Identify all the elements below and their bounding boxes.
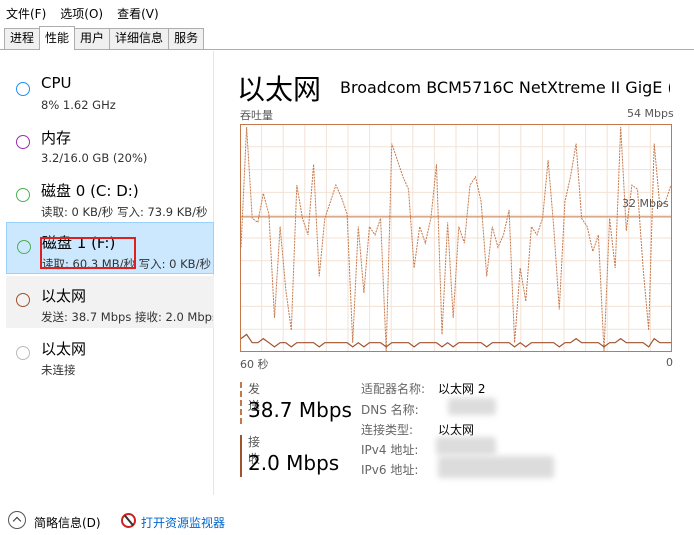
prop-value: 以太网 2 bbox=[438, 382, 486, 396]
time-axis-left: 60 秒 bbox=[240, 358, 269, 371]
sidebar-item-name: 磁盘 0 (C: D:) bbox=[41, 182, 139, 200]
open-resource-monitor-link[interactable]: 打开资源监视器 bbox=[141, 514, 225, 531]
sidebar-item-detail: 8% 1.62 GHz bbox=[41, 98, 116, 112]
send-value: 38.7 Mbps bbox=[248, 398, 352, 422]
sidebar-item-name: 以太网 bbox=[41, 340, 87, 358]
tab-processes[interactable]: 进程 bbox=[4, 28, 41, 49]
prop-key: DNS 名称: bbox=[361, 403, 419, 417]
sidebar-item-ethernet-2[interactable]: 以太网 未连接 bbox=[6, 329, 214, 381]
tab-services[interactable]: 服务 bbox=[168, 28, 205, 49]
sidebar-item-detail: 3.2/16.0 GB (20%) bbox=[41, 151, 148, 165]
ethernet-status-icon bbox=[16, 293, 30, 307]
resource-monitor-icon[interactable] bbox=[121, 513, 136, 528]
prop-key: 连接类型: bbox=[361, 423, 414, 437]
max-scale-label: 54 Mbps bbox=[627, 107, 674, 120]
menu-view[interactable]: 查看(V) bbox=[117, 5, 159, 22]
prop-key: 适配器名称: bbox=[361, 382, 426, 396]
menu-bar: 文件(F) 选项(O) 查看(V) bbox=[0, 0, 694, 26]
sidebar-item-name: CPU bbox=[41, 74, 72, 92]
disk1-status-icon bbox=[17, 240, 31, 254]
time-axis-right: 0 bbox=[666, 356, 673, 369]
cpu-status-icon bbox=[16, 82, 30, 96]
tab-details[interactable]: 详细信息 bbox=[109, 28, 170, 49]
sidebar-item-disk0[interactable]: 磁盘 0 (C: D:) 读取: 0 KB/秒 写入: 73.9 KB/秒 bbox=[6, 171, 214, 223]
prop-value: 以太网 bbox=[438, 423, 475, 437]
prop-key: IPv6 地址: bbox=[361, 463, 419, 477]
sidebar-item-detail: 发送: 38.7 Mbps 接收: 2.0 Mbps bbox=[41, 310, 213, 324]
adapter-name: Broadcom BCM5716C NetXtreme II GigE (... bbox=[340, 78, 670, 97]
highlight-box bbox=[40, 237, 136, 269]
disk0-status-icon bbox=[16, 188, 30, 202]
sidebar-item-memory[interactable]: 内存 3.2/16.0 GB (20%) bbox=[6, 118, 214, 170]
throughput-chart bbox=[240, 124, 672, 352]
memory-status-icon bbox=[16, 135, 30, 149]
prop-key: IPv4 地址: bbox=[361, 443, 419, 457]
tab-users[interactable]: 用户 bbox=[74, 28, 111, 49]
sidebar-item-cpu[interactable]: CPU 8% 1.62 GHz bbox=[6, 65, 214, 117]
ethernet2-status-icon bbox=[16, 346, 30, 360]
sidebar-item-name: 以太网 bbox=[41, 287, 87, 305]
tab-bar: 进程 性能 用户 详细信息 服务 bbox=[0, 26, 694, 50]
mid-scale-label: 32 Mbps bbox=[622, 197, 669, 210]
sidebar-item-detail: 读取: 0 KB/秒 写入: 73.9 KB/秒 bbox=[41, 205, 208, 219]
redacted-dns bbox=[448, 398, 496, 415]
throughput-label: 吞吐量 bbox=[240, 109, 273, 122]
sidebar-item-name: 内存 bbox=[41, 129, 72, 147]
fewer-details-link[interactable]: 简略信息(D) bbox=[34, 514, 101, 531]
redacted-ipv4 bbox=[436, 437, 496, 455]
chevron-up-icon[interactable] bbox=[8, 511, 26, 529]
page-title: 以太网 bbox=[237, 73, 322, 106]
receive-value: 2.0 Mbps bbox=[248, 451, 340, 475]
menu-file[interactable]: 文件(F) bbox=[6, 5, 46, 22]
sidebar-item-ethernet[interactable]: 以太网 发送: 38.7 Mbps 接收: 2.0 Mbps bbox=[6, 276, 214, 328]
sidebar-item-detail: 未连接 bbox=[41, 363, 76, 377]
tab-performance[interactable]: 性能 bbox=[39, 26, 76, 50]
redacted-ipv6 bbox=[438, 456, 554, 478]
menu-options[interactable]: 选项(O) bbox=[60, 5, 103, 22]
